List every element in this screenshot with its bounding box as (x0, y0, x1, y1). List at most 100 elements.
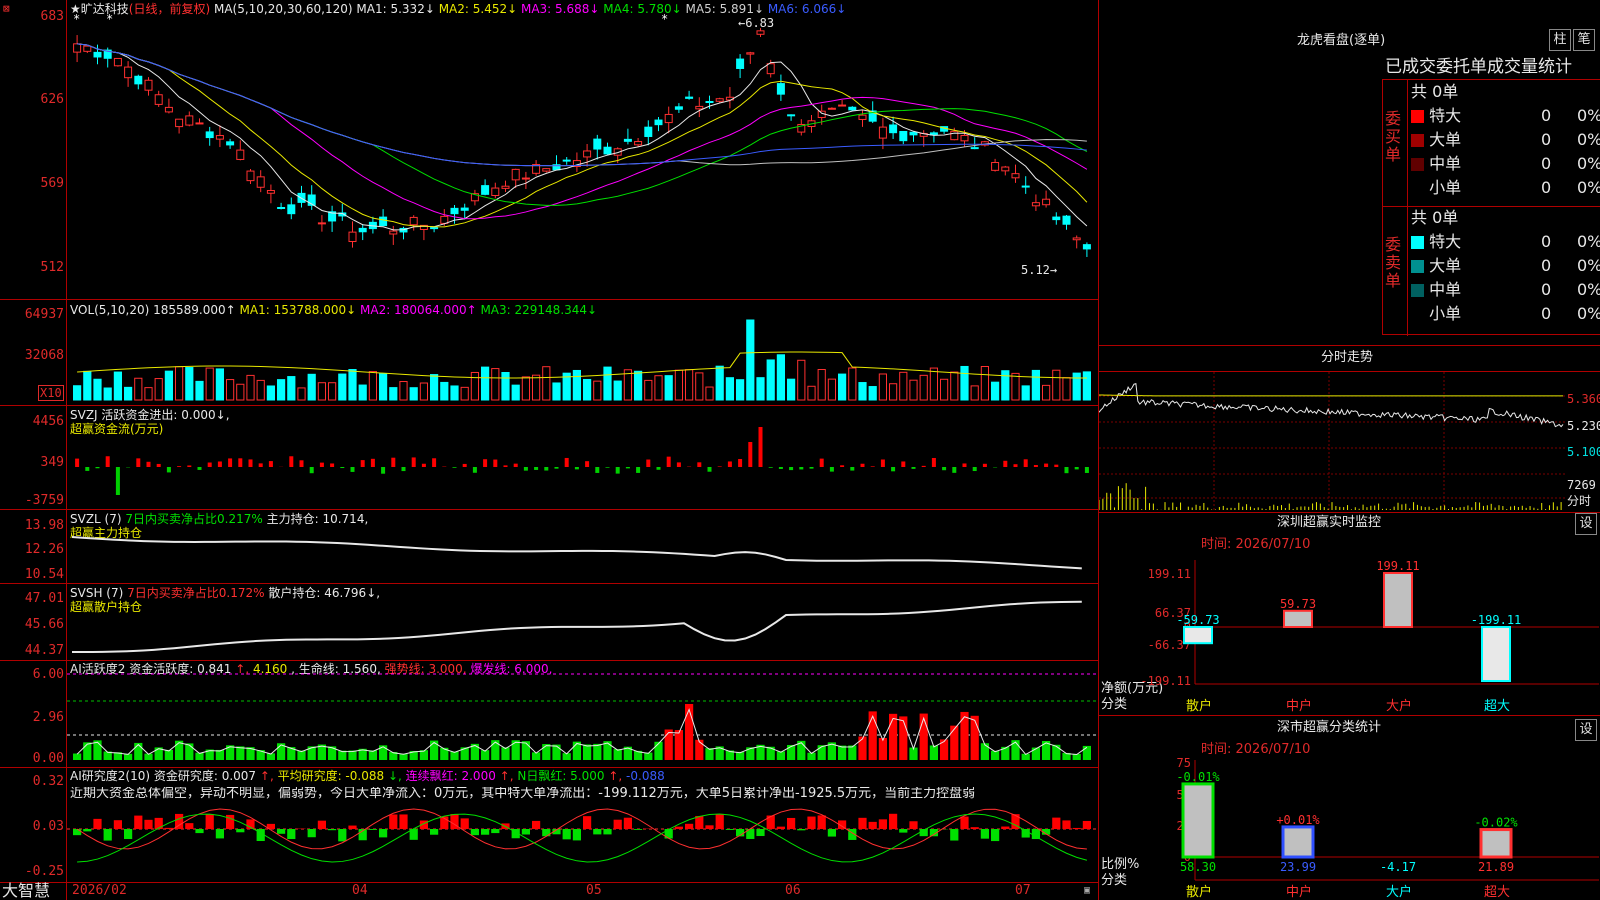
svzj-bar (1023, 459, 1028, 467)
svzj-bar (676, 462, 681, 467)
volume-bar (542, 366, 551, 401)
candle (195, 122, 204, 125)
svzj-bar (605, 467, 610, 468)
svzj-bar (513, 463, 518, 467)
svzj-bar (544, 467, 549, 471)
cls-bar (1479, 828, 1513, 859)
ai2-bar (195, 829, 204, 834)
svzj-bar (789, 467, 794, 471)
candle (1021, 185, 1030, 188)
cls-bar-change: +0.01% (1276, 813, 1320, 827)
volume-bar (297, 387, 306, 401)
volume-bar (348, 368, 357, 401)
svzj-bar (942, 467, 947, 471)
volume-bar (746, 319, 755, 401)
ai2-bar (164, 827, 173, 829)
ai1-bar (889, 713, 898, 760)
kline-panel[interactable]: 683 626 569 512 ⊠ ★旷达科技(日线，前复权) MA(5,10,… (0, 0, 1099, 900)
intraday-avg-line (1099, 394, 1564, 397)
volume-bar (368, 371, 377, 401)
ai2-bar (1082, 820, 1091, 829)
sz-bar (1283, 609, 1313, 629)
ma4-line (77, 43, 1088, 206)
candle (266, 190, 275, 194)
ai1-bar (868, 711, 877, 760)
candle (787, 114, 796, 117)
volume-bar (175, 366, 184, 401)
cls-bar-value: 23.99 (1280, 860, 1316, 874)
volume-bar (674, 369, 683, 401)
volume-bar (1021, 385, 1030, 401)
svzj-bar (105, 456, 110, 467)
ai2-bar (858, 817, 867, 829)
volume-bar (144, 387, 153, 401)
candle (950, 130, 959, 141)
volume-bar (715, 365, 724, 401)
volume-bar (970, 385, 979, 401)
ai1-bar (593, 743, 602, 760)
svzj-bar (840, 465, 845, 467)
svzj-bar (360, 460, 365, 467)
svzj-bar (156, 463, 161, 467)
svzj-bar (248, 459, 253, 467)
volume-bar (481, 366, 490, 401)
svzj-bar (564, 457, 569, 467)
ai1-bar (980, 743, 989, 760)
volume-bar (705, 386, 714, 401)
candle (1001, 166, 1010, 172)
volume-bar (827, 378, 836, 401)
candle (562, 159, 571, 162)
volume-bar (1052, 369, 1061, 401)
svzj-bar (319, 462, 324, 467)
volume-bar (317, 382, 326, 401)
candle (838, 104, 847, 107)
kline-chart[interactable] (0, 0, 1098, 900)
ai1-bar (695, 739, 704, 760)
svzj-bar (238, 458, 243, 467)
sz-bar (1383, 572, 1413, 628)
candle (124, 66, 133, 79)
candle (1062, 215, 1071, 225)
ai1-bar (215, 749, 224, 760)
volume-bar (787, 378, 796, 401)
ai1-bar (134, 742, 143, 760)
ai1-bar (511, 740, 520, 760)
svzj-bar (370, 458, 375, 467)
volume-bar (226, 379, 235, 401)
sz-axis-label: -199.11 (1140, 674, 1191, 688)
svzj-bar (982, 463, 987, 467)
volume-bar (950, 371, 959, 401)
candle (185, 115, 194, 126)
volume-bar (725, 377, 734, 401)
candle (970, 147, 979, 150)
svzj-bar (115, 467, 120, 495)
candle (389, 230, 398, 235)
ai2-bar (277, 829, 286, 834)
ai2-bar (583, 816, 592, 829)
volume-bar (389, 387, 398, 401)
svzj-bar (228, 458, 233, 467)
volume-bar (685, 369, 694, 401)
ai2-bar (481, 829, 490, 835)
volume-bar (572, 369, 581, 401)
volume-bar (205, 367, 214, 401)
ai1-bar (1052, 744, 1061, 760)
ai2-bar (236, 829, 245, 833)
candle (93, 51, 102, 58)
ai1-bar (83, 742, 92, 760)
ai1-bar (674, 730, 683, 760)
svzj-bar (85, 467, 90, 471)
candle (858, 114, 867, 120)
svzj-bar (880, 459, 885, 467)
ai1-bar (521, 741, 530, 760)
ai2-bar (521, 829, 530, 835)
svzj-bar (952, 467, 957, 473)
ai2-bar (328, 829, 337, 831)
volume-bar (634, 370, 643, 401)
svzj-bar (574, 467, 579, 470)
svzj-bar (452, 467, 457, 468)
svzj-bar (166, 467, 171, 473)
candle (583, 150, 592, 158)
ai2-bar (899, 829, 908, 833)
svzj-bar (146, 461, 151, 467)
